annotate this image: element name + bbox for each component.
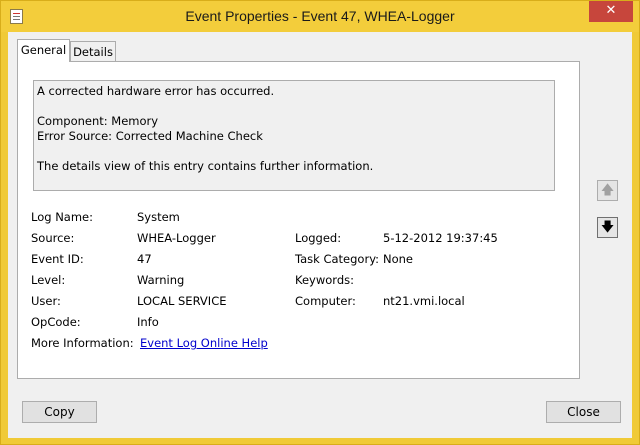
log-name-value: System <box>137 210 180 224</box>
more-information-label: More Information: <box>31 336 134 350</box>
source-label: Source: <box>31 231 75 245</box>
title-bar[interactable]: Event Properties - Event 47, WHEA-Logger… <box>1 1 639 32</box>
log-name-label: Log Name: <box>31 210 93 224</box>
task-category-value: None <box>383 252 414 266</box>
description-blank-line <box>37 144 551 159</box>
event-properties-window: Event Properties - Event 47, WHEA-Logger… <box>0 0 640 445</box>
tab-details[interactable]: Details <box>70 41 116 62</box>
event-description-box[interactable]: A corrected hardware error has occurred.… <box>33 80 555 191</box>
user-value: LOCAL SERVICE <box>137 294 227 308</box>
next-event-button[interactable]: 🡇 <box>597 217 618 238</box>
computer-label: Computer: <box>295 294 356 308</box>
close-button[interactable]: Close <box>546 401 621 423</box>
description-line: Error Source: Corrected Machine Check <box>37 129 263 143</box>
event-id-label: Event ID: <box>31 252 84 266</box>
arrow-down-icon: 🡇 <box>600 220 615 235</box>
task-category-label: Task Category: <box>295 252 380 266</box>
event-log-online-help-link[interactable]: Event Log Online Help <box>140 336 268 351</box>
window-title: Event Properties - Event 47, WHEA-Logger <box>185 8 455 24</box>
opcode-value: Info <box>137 315 159 329</box>
description-line: Component: Memory <box>37 114 159 128</box>
previous-event-button[interactable]: 🡅 <box>597 180 618 201</box>
event-id-value: 47 <box>137 252 152 266</box>
description-line: A corrected hardware error has occurred. <box>37 84 275 98</box>
description-line: The details view of this entry contains … <box>37 159 374 173</box>
tab-general[interactable]: General <box>17 39 70 62</box>
level-value: Warning <box>137 273 185 287</box>
dialog-client-area: General Details A corrected hardware err… <box>8 32 632 438</box>
arrow-up-icon: 🡅 <box>600 183 615 198</box>
source-value: WHEA-Logger <box>137 231 216 245</box>
description-blank-line <box>37 99 551 114</box>
computer-value: nt21.vmi.local <box>383 294 465 308</box>
logged-label: Logged: <box>295 231 342 245</box>
general-tab-panel: A corrected hardware error has occurred.… <box>17 61 580 379</box>
level-label: Level: <box>31 273 66 287</box>
keywords-label: Keywords: <box>295 273 354 287</box>
window-close-button[interactable]: ✕ <box>589 1 633 22</box>
logged-value: 5-12-2012 19:37:45 <box>383 231 498 245</box>
user-label: User: <box>31 294 61 308</box>
opcode-label: OpCode: <box>31 315 81 329</box>
copy-button[interactable]: Copy <box>22 401 97 423</box>
